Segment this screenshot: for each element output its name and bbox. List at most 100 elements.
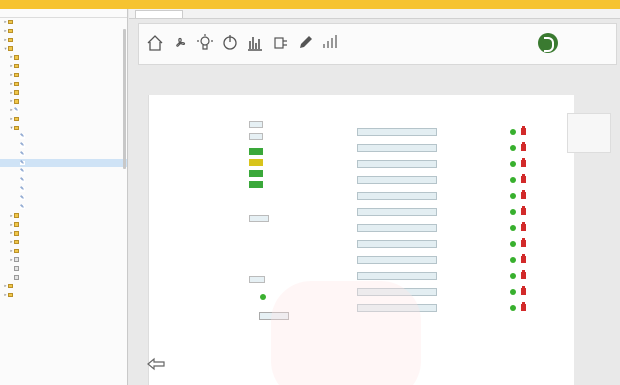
alarm-icon[interactable] xyxy=(521,254,526,263)
tree-item[interactable]: ▸ xyxy=(0,71,127,80)
tree-item[interactable]: ✎ xyxy=(0,194,127,203)
alarm-icon[interactable] xyxy=(521,206,526,215)
tree-item-label xyxy=(26,169,34,174)
consumption-field[interactable] xyxy=(357,192,437,200)
alarm-icon[interactable] xyxy=(521,222,526,231)
consumption-field[interactable] xyxy=(357,144,437,152)
tree-item[interactable]: ✎ xyxy=(0,167,127,176)
row-value-1[interactable] xyxy=(249,121,263,128)
consumption-field[interactable] xyxy=(357,128,437,136)
alarm-icon[interactable] xyxy=(521,238,526,247)
fan-button[interactable] xyxy=(170,29,190,63)
consumption-field[interactable] xyxy=(357,272,437,280)
tab-bar xyxy=(129,9,620,19)
folder-icon xyxy=(8,46,13,51)
consumption-field[interactable] xyxy=(357,240,437,248)
consumption-field[interactable] xyxy=(357,176,437,184)
folder-icon xyxy=(14,125,19,130)
tree-item[interactable]: ▸ xyxy=(0,27,127,36)
alarm-icon[interactable] xyxy=(521,158,526,167)
setpoint-value[interactable] xyxy=(249,215,269,222)
status-ok-indicator xyxy=(510,145,516,151)
row-value-2[interactable] xyxy=(249,133,263,140)
tree-item[interactable]: ✎ xyxy=(0,132,127,141)
tree-item[interactable]: ▸ xyxy=(0,229,127,238)
tree-item-label xyxy=(26,196,34,201)
tree-item[interactable]: ✎ xyxy=(0,203,127,212)
tree-item[interactable]: ▸ xyxy=(0,53,127,62)
tree-item[interactable]: ▸ xyxy=(0,35,127,44)
consumption-field[interactable] xyxy=(357,160,437,168)
page-subtitle xyxy=(144,83,164,89)
status-ok-indicator xyxy=(510,289,516,295)
tree-item[interactable]: ▸ xyxy=(0,97,127,106)
tree-item[interactable] xyxy=(0,264,127,273)
tree-item-label xyxy=(26,134,34,139)
tree-search[interactable] xyxy=(0,9,127,18)
alarm-icon[interactable] xyxy=(521,286,526,295)
tree-item[interactable]: ✎ xyxy=(0,185,127,194)
tree-search-label xyxy=(4,10,12,15)
status-ok-indicator xyxy=(510,225,516,231)
plug-button[interactable] xyxy=(270,29,290,63)
tree-item[interactable]: ▸ xyxy=(0,220,127,229)
tree-item-label xyxy=(15,37,23,42)
alarm-icon[interactable] xyxy=(521,270,526,279)
folder-icon xyxy=(14,248,19,254)
tree-item[interactable]: ▸ xyxy=(0,238,127,247)
tree-item[interactable]: ▸ xyxy=(0,282,127,291)
tree-item[interactable]: ▾ xyxy=(0,44,127,53)
alarm-icon[interactable] xyxy=(521,190,526,199)
title-strip xyxy=(0,0,620,9)
tree-item[interactable]: ▸ xyxy=(0,247,127,256)
unit-value[interactable] xyxy=(249,276,265,283)
tree-item[interactable]: ▸ xyxy=(0,255,127,264)
consumption-field[interactable] xyxy=(357,256,437,264)
status-ok-indicator xyxy=(510,305,516,311)
folder-icon xyxy=(14,231,19,236)
alarm-icon[interactable] xyxy=(521,174,526,183)
chart-button[interactable] xyxy=(245,29,265,63)
tab-active[interactable] xyxy=(135,10,183,18)
tree-scrollbar[interactable] xyxy=(123,29,126,169)
signal-button[interactable] xyxy=(320,29,340,63)
tree-item-label xyxy=(21,248,29,253)
light-button[interactable] xyxy=(195,29,215,63)
signal-icon xyxy=(323,35,337,48)
alarm-icon[interactable] xyxy=(521,126,526,135)
alarm-icon[interactable] xyxy=(521,142,526,151)
watermark xyxy=(271,281,421,385)
tree-item[interactable]: ▸ xyxy=(0,62,127,71)
tree-item[interactable]: ▸ ✎ xyxy=(0,106,127,115)
tree-item[interactable]: ✎ xyxy=(0,158,127,168)
alarm-icon[interactable] xyxy=(521,302,526,311)
tree-item[interactable]: ▸ xyxy=(0,211,127,220)
tree-item-label xyxy=(21,231,29,236)
tree-item[interactable]: ▸ xyxy=(0,18,127,27)
folder-icon xyxy=(8,28,13,34)
consumption-field[interactable] xyxy=(357,208,437,216)
tree-item-label xyxy=(21,72,29,77)
tool-icon: ✎ xyxy=(20,186,25,193)
folder-icon xyxy=(8,292,13,298)
tree-item-label xyxy=(21,55,29,60)
power-button[interactable] xyxy=(220,29,240,63)
consumption-field[interactable] xyxy=(357,224,437,232)
tool-icon: ✎ xyxy=(20,203,25,210)
home-button[interactable] xyxy=(145,29,165,63)
tree-item[interactable]: ▸ xyxy=(0,79,127,88)
back-arrow-icon[interactable] xyxy=(146,357,166,371)
tree-item[interactable] xyxy=(0,273,127,282)
tree-item[interactable]: ▸ xyxy=(0,291,127,300)
tree-item[interactable]: ✎ xyxy=(0,150,127,159)
tool-button[interactable] xyxy=(295,29,315,63)
tree-item-label xyxy=(20,108,28,113)
bar-chart-icon xyxy=(248,37,262,51)
tree-item[interactable]: ✎ xyxy=(0,141,127,150)
tree-item[interactable]: ▸ xyxy=(0,88,127,97)
tree-item[interactable]: ▸ xyxy=(0,115,127,124)
tree-item[interactable]: ✎ xyxy=(0,176,127,185)
tree-item[interactable]: ▾ xyxy=(0,123,127,132)
status-ok-indicator xyxy=(510,273,516,279)
fan-icon xyxy=(176,37,186,47)
